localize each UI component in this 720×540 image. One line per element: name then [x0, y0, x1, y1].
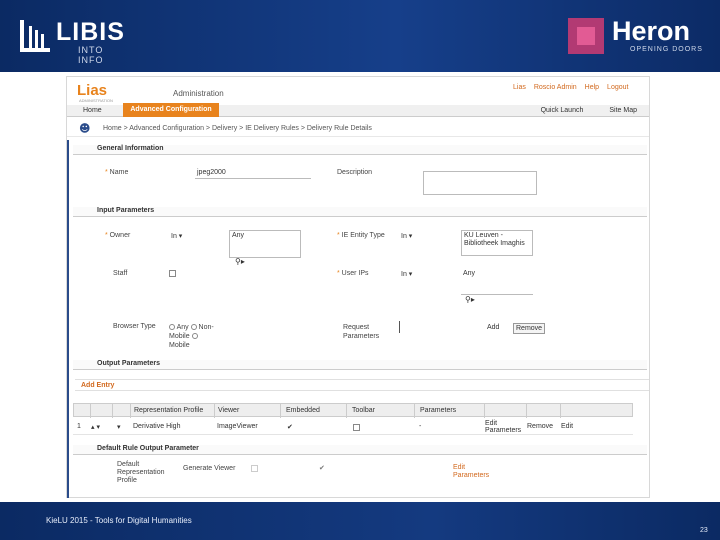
general-section-title: General Information	[73, 145, 647, 155]
heron-logo-icon	[568, 18, 604, 54]
page-number: 23	[700, 527, 708, 534]
browser-mobile-radio[interactable]	[191, 333, 198, 340]
libis-logo-icon	[20, 20, 50, 52]
browser-nonmobile-radio[interactable]	[190, 324, 197, 331]
request-parameters-label: Request Parameters	[343, 324, 380, 340]
row-edit-parameters-link[interactable]: Edit Parameters	[485, 420, 525, 434]
user-ips-operator-select[interactable]: In ▾	[401, 270, 412, 278]
add-button[interactable]: Add	[485, 323, 501, 332]
add-entry-bar: Add Entry	[75, 379, 649, 391]
output-section-title: Output Parameters	[73, 360, 647, 370]
libis-logo: LIBIS INTO INFO	[20, 18, 130, 65]
owner-label: * Owner	[105, 232, 131, 239]
row-parameters: -	[419, 423, 422, 430]
ie-entity-value-input[interactable]: KU Leuven - Bibliotheek Imaghis	[461, 230, 533, 256]
description-input[interactable]	[423, 171, 537, 195]
col-parameters: Parameters	[420, 407, 457, 414]
nav-site-map[interactable]: Site Map	[609, 105, 637, 117]
owner-operator-select[interactable]: In ▾	[171, 232, 182, 240]
users-icon: ☻	[79, 122, 91, 135]
default-edit-parameters-link[interactable]: Edit Parameters	[453, 464, 493, 480]
browser-type-label: Browser Type	[113, 323, 156, 330]
heron-logo: Heron OPENING DOORS	[568, 16, 708, 58]
table-row: 1 ▴ ▾ ▾ Derivative High ImageViewer ✔ - …	[73, 419, 633, 435]
ie-entity-type-label: * IE Entity Type	[337, 232, 385, 239]
row-embedded-check-icon[interactable]: ✔	[287, 423, 293, 431]
col-toolbar: Toolbar	[352, 407, 375, 414]
libis-logo-name: LIBIS	[56, 18, 125, 46]
col-viewer: Viewer	[218, 407, 240, 414]
row-toolbar-checkbox[interactable]	[353, 424, 360, 431]
remove-button[interactable]: Remove	[513, 323, 546, 334]
owner-value-input[interactable]: Any	[229, 230, 301, 258]
request-parameters-input[interactable]	[399, 321, 400, 333]
user-ips-label: * User IPs	[337, 270, 369, 277]
generate-viewer-label: Generate Viewer	[183, 465, 236, 472]
user-ips-value-input[interactable]: Any	[461, 269, 533, 295]
top-link-help[interactable]: Help	[585, 84, 599, 91]
top-link-logout[interactable]: Logout	[607, 84, 628, 91]
staff-label: Staff	[113, 270, 128, 277]
move-down-icon[interactable]: ▾	[117, 423, 121, 431]
browser-type-radios: Any Non-Mobile Mobile	[169, 324, 214, 349]
description-label: Description	[337, 169, 373, 176]
default-profile-label: Default Representation Profile	[117, 461, 165, 484]
default-embedded-check-icon[interactable]: ✔	[319, 464, 325, 472]
libis-logo-tagline: INTO INFO	[78, 45, 104, 65]
row-profile[interactable]: Derivative High	[133, 423, 180, 430]
row-viewer[interactable]: ImageViewer	[217, 423, 258, 430]
generate-viewer-checkbox[interactable]	[251, 465, 258, 472]
nav-quick-launch[interactable]: Quick Launch	[541, 105, 584, 117]
left-accent-line	[67, 140, 69, 498]
row-edit-link[interactable]: Edit	[561, 423, 573, 430]
main-nav: Home Advanced Configuration Quick Launch…	[67, 103, 649, 117]
row-remove-link[interactable]: Remove	[527, 423, 553, 430]
nav-advanced-configuration[interactable]: Advanced Configuration	[123, 103, 219, 117]
footer-text: KieLU 2015 - Tools for Digital Humanitie…	[46, 516, 192, 525]
top-link-admin[interactable]: Roscio Admin	[534, 84, 577, 91]
move-up-icon[interactable]: ▴ ▾	[91, 423, 100, 431]
col-embedded: Embedded	[286, 407, 320, 414]
user-ips-search-icon[interactable]: ⚲▸	[465, 295, 475, 304]
nav-home[interactable]: Home	[83, 105, 102, 117]
add-entry-link[interactable]: Add Entry	[81, 382, 114, 389]
input-section-title: Input Parameters	[73, 207, 647, 217]
top-link-lias[interactable]: Lias	[513, 84, 526, 91]
owner-search-icon[interactable]: ⚲▸	[235, 257, 245, 266]
staff-checkbox[interactable]	[169, 270, 176, 277]
top-links: Lias Roscio Admin Help Logout	[513, 84, 628, 91]
lias-logo-sub: ADMINISTRATION	[79, 98, 113, 103]
nav-right: Quick Launch Site Map	[541, 105, 637, 117]
lias-logo: Lias	[77, 82, 108, 99]
ie-entity-operator-select[interactable]: In ▾	[401, 232, 412, 240]
breadcrumb-bar: ☻ Home > Advanced Configuration > Delive…	[67, 121, 649, 137]
breadcrumb[interactable]: Home > Advanced Configuration > Delivery…	[103, 125, 372, 132]
browser-any-radio[interactable]	[169, 324, 175, 331]
output-table-header: Representation Profile Viewer Embedded T…	[73, 403, 633, 418]
heron-logo-tagline: OPENING DOORS	[630, 46, 703, 53]
col-representation-profile: Representation Profile	[134, 407, 204, 414]
name-label: * Name	[105, 169, 129, 176]
row-index: 1	[77, 423, 81, 430]
default-rule-section-title: Default Rule Output Parameter	[73, 445, 647, 455]
page-heading: Administration	[173, 89, 224, 98]
name-input[interactable]: jpeg2000	[195, 168, 311, 179]
app-screenshot: Lias ADMINISTRATION Administration Lias …	[66, 76, 650, 498]
heron-logo-name: Heron	[612, 16, 691, 46]
